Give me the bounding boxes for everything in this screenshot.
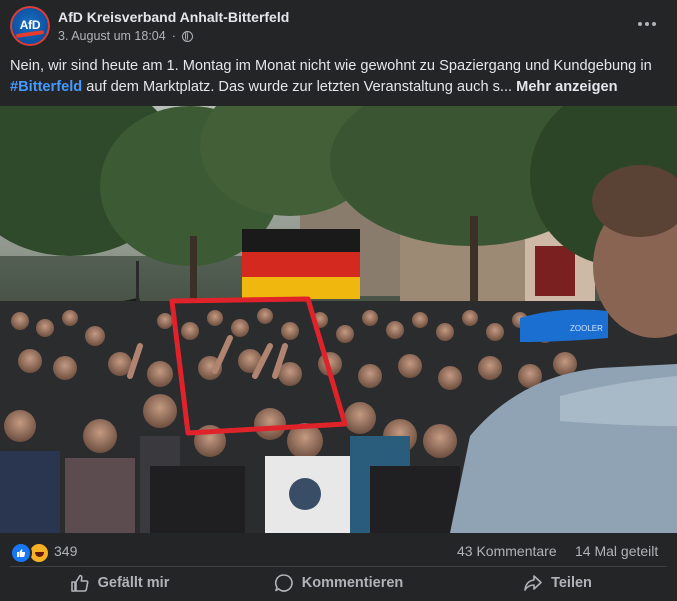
comment-icon <box>274 574 293 592</box>
like-icon <box>10 542 32 564</box>
share-label: Teilen <box>551 575 592 591</box>
avatar-logo: AfD <box>19 18 41 32</box>
post-text-part-1: Nein, wir sind heute am 1. Montag im Mon… <box>10 58 652 74</box>
meta-separator: · <box>171 29 176 43</box>
page-name-link[interactable]: AfD Kreisverband Anhalt-Bitterfeld <box>58 9 289 25</box>
like-label: Gefällt mir <box>97 575 170 591</box>
post-photo[interactable]: ZOOLER <box>0 106 677 533</box>
dot-icon <box>652 22 656 26</box>
comment-label: Kommentieren <box>301 575 404 591</box>
share-arrow-icon <box>524 575 542 591</box>
banner-text: ZOOLER <box>570 324 603 333</box>
page-avatar[interactable]: AfD <box>10 6 50 46</box>
comment-button[interactable]: Kommentieren <box>229 567 448 599</box>
more-options-button[interactable] <box>635 14 659 34</box>
reaction-count[interactable]: 349 <box>54 543 77 559</box>
reactions-summary: 349 43 Kommentare 14 Mal geteilt <box>0 535 677 567</box>
post-text: Nein, wir sind heute am 1. Montag im Mon… <box>10 56 665 98</box>
comments-count[interactable]: 43 Kommentare <box>457 543 557 559</box>
post-actions: Gefällt mir Kommentieren Teilen <box>10 567 667 599</box>
share-button[interactable]: Teilen <box>448 567 667 599</box>
reaction-icons[interactable] <box>10 542 50 564</box>
thumb-icon <box>17 549 26 557</box>
crowd-photo-illustration: ZOOLER <box>0 106 677 533</box>
dot-icon <box>645 22 649 26</box>
shares-count[interactable]: 14 Mal geteilt <box>575 543 658 559</box>
like-button[interactable]: Gefällt mir <box>10 567 229 599</box>
thumbs-up-icon <box>70 574 89 592</box>
post-text-part-2: auf dem Marktplatz. Das wurde zur letzte… <box>82 79 517 95</box>
post-header: AfD AfD Kreisverband Anhalt-Bitterfeld 3… <box>0 0 677 52</box>
post-date[interactable]: 3. August um 18:04 <box>58 29 166 43</box>
globe-icon <box>181 30 193 42</box>
hashtag-link[interactable]: #Bitterfeld <box>10 79 82 95</box>
flag-shape <box>242 229 360 299</box>
post-meta: 3. August um 18:04 · <box>58 29 193 43</box>
show-more-link[interactable]: Mehr anzeigen <box>516 79 617 95</box>
dot-icon <box>638 22 642 26</box>
